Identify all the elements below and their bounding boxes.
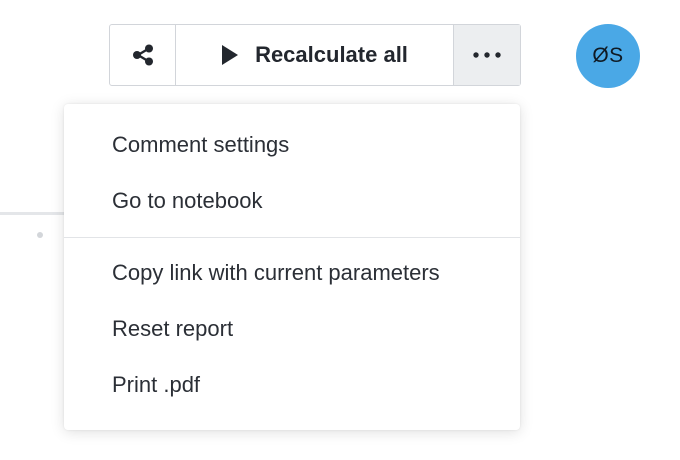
report-page: Recalculate all ØS Comment settings Go t… bbox=[0, 0, 680, 460]
menu-item-go-to-notebook[interactable]: Go to notebook bbox=[64, 173, 520, 229]
menu-item-label: Copy link with current parameters bbox=[112, 260, 440, 285]
play-icon bbox=[222, 45, 239, 65]
recalculate-all-button[interactable]: Recalculate all bbox=[176, 25, 454, 85]
menu-divider bbox=[64, 237, 520, 238]
menu-item-label: Reset report bbox=[112, 316, 234, 341]
share-button[interactable] bbox=[110, 25, 176, 85]
report-toolbar: Recalculate all bbox=[109, 24, 521, 86]
more-options-menu: Comment settings Go to notebook Copy lin… bbox=[64, 104, 520, 430]
menu-item-reset-report[interactable]: Reset report bbox=[64, 301, 520, 357]
menu-item-label: Go to notebook bbox=[112, 188, 263, 213]
menu-item-print-pdf[interactable]: Print .pdf bbox=[64, 357, 520, 413]
background-divider bbox=[0, 212, 70, 215]
background-dot bbox=[37, 232, 43, 238]
recalculate-all-label: Recalculate all bbox=[255, 42, 408, 67]
share-icon bbox=[132, 44, 153, 66]
user-initials: ØS bbox=[592, 44, 624, 67]
more-options-button[interactable] bbox=[454, 25, 520, 85]
user-avatar[interactable]: ØS bbox=[576, 24, 640, 88]
menu-item-label: Print .pdf bbox=[112, 372, 201, 397]
menu-item-comment-settings[interactable]: Comment settings bbox=[64, 117, 520, 173]
ellipsis-icon bbox=[473, 52, 501, 58]
menu-item-copy-link[interactable]: Copy link with current parameters bbox=[64, 245, 520, 301]
menu-item-label: Comment settings bbox=[112, 132, 290, 157]
